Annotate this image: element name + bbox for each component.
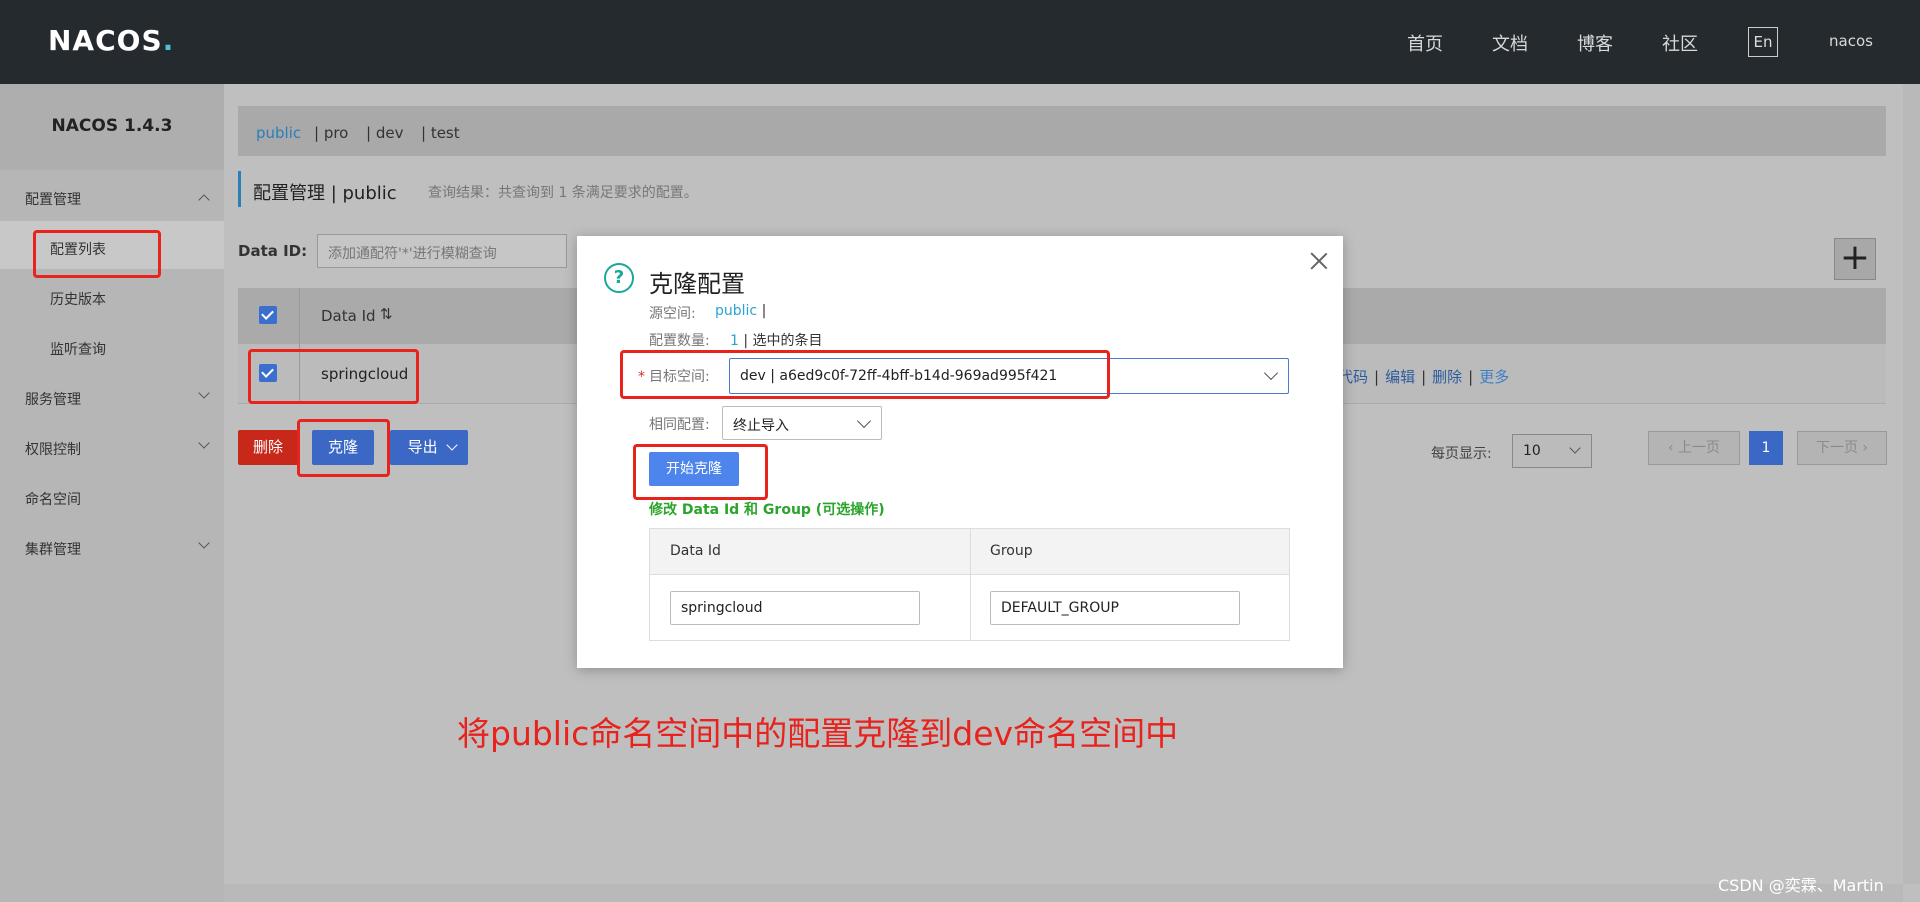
vertical-scrollbar[interactable] bbox=[1903, 84, 1920, 884]
modify-hint-text: 修改 Data Id 和 Group (可选操作) bbox=[649, 502, 885, 518]
user-menu[interactable]: nacos bbox=[1829, 32, 1873, 50]
data-id-label: Data ID: bbox=[238, 242, 308, 260]
chevron-down-icon bbox=[198, 387, 210, 399]
column-divider bbox=[970, 529, 971, 640]
data-id-input[interactable]: 添加通配符'*'进行模糊查询 bbox=[317, 234, 567, 268]
sort-icon[interactable]: ⇅ bbox=[380, 305, 393, 323]
top-nav: NACOS. 首页 文档 博客 社区 En nacos bbox=[0, 0, 1920, 84]
chevron-down-icon bbox=[1263, 365, 1279, 381]
source-namespace-label: 源空间: bbox=[649, 306, 696, 322]
sidebar-item-config-management[interactable]: 配置管理 bbox=[25, 189, 81, 209]
config-count-value: 1 | 选中的条目 bbox=[730, 333, 823, 349]
question-icon: ? bbox=[604, 263, 634, 293]
export-label: 导出 bbox=[407, 438, 438, 456]
page-size-label: 每页显示: bbox=[1431, 446, 1492, 462]
namespace-bar: public | pro | dev | test bbox=[238, 106, 1886, 156]
column-header-group: Group bbox=[990, 543, 1033, 559]
namespace-pro[interactable]: | pro bbox=[314, 124, 348, 142]
annotation-text: 将public命名空间中的配置克隆到dev命名空间中 bbox=[457, 714, 1179, 753]
next-page-label: 下一页 bbox=[1815, 440, 1858, 456]
export-button[interactable]: 导出 bbox=[390, 430, 468, 465]
page-number-button[interactable]: 1 bbox=[1749, 431, 1783, 465]
horizontal-scrollbar[interactable] bbox=[224, 884, 1903, 902]
group-field[interactable]: DEFAULT_GROUP bbox=[990, 591, 1240, 625]
action-more-link[interactable]: 更多 bbox=[1479, 368, 1509, 386]
annotation-box-target-namespace bbox=[620, 350, 1110, 399]
sidebar-header: NACOS 1.4.3 bbox=[0, 84, 224, 170]
data-id-field[interactable]: springcloud bbox=[670, 591, 920, 625]
nacos-logo[interactable]: NACOS. bbox=[48, 24, 174, 57]
add-config-button[interactable]: + bbox=[1834, 238, 1876, 280]
source-namespace-value: public | bbox=[715, 303, 767, 319]
page-size-select[interactable]: 10 bbox=[1512, 434, 1592, 468]
nav-blog[interactable]: 博客 bbox=[1577, 30, 1613, 56]
chevron-down-icon bbox=[198, 437, 210, 449]
nav-community[interactable]: 社区 bbox=[1662, 30, 1698, 56]
column-header-data-id[interactable]: Data Id bbox=[321, 307, 376, 325]
chevron-down-icon bbox=[446, 439, 459, 451]
modify-table: Data Id Group springcloud DEFAULT_GROUP bbox=[649, 528, 1290, 641]
sidebar-item-namespace[interactable]: 命名空间 bbox=[25, 489, 81, 509]
dialog-title: 克隆配置 bbox=[649, 270, 745, 298]
close-icon[interactable] bbox=[1308, 250, 1330, 272]
sidebar-item-access-control[interactable]: 权限控制 bbox=[25, 439, 81, 459]
annotation-box-row bbox=[248, 349, 419, 404]
column-divider bbox=[299, 288, 300, 344]
namespace-dev[interactable]: | dev bbox=[366, 124, 403, 142]
sidebar-title: NACOS 1.4.3 bbox=[51, 116, 173, 136]
select-all-checkbox[interactable] bbox=[259, 306, 277, 324]
prev-page-button[interactable]: ‹ 上一页 bbox=[1648, 431, 1740, 465]
nav-home[interactable]: 首页 bbox=[1407, 30, 1443, 56]
sidebar-item-history[interactable]: 历史版本 bbox=[50, 289, 106, 309]
column-header-data-id: Data Id bbox=[670, 543, 721, 559]
sidebar-item-cluster-management[interactable]: 集群管理 bbox=[25, 539, 81, 559]
namespace-test[interactable]: | test bbox=[421, 124, 460, 142]
chevron-down-icon bbox=[1569, 442, 1581, 454]
config-count-label: 配置数量: bbox=[649, 333, 710, 349]
sidebar-item-service-management[interactable]: 服务管理 bbox=[25, 389, 81, 409]
nav-docs[interactable]: 文档 bbox=[1492, 30, 1528, 56]
same-config-select[interactable]: 终止导入 bbox=[722, 406, 882, 440]
language-toggle-button[interactable]: En bbox=[1748, 27, 1778, 57]
annotation-box-start-clone bbox=[633, 444, 768, 500]
same-config-value: 终止导入 bbox=[733, 418, 789, 434]
sidebar-item-listener-query[interactable]: 监听查询 bbox=[50, 339, 106, 359]
row-actions: 代码 | 编辑 | 删除 | 更多 bbox=[1338, 368, 1510, 386]
same-config-label: 相同配置: bbox=[649, 417, 710, 433]
next-page-button[interactable]: 下一页 › bbox=[1797, 431, 1887, 465]
page-title-accent bbox=[238, 171, 241, 207]
watermark: CSDN @奕霖、Martin bbox=[1718, 876, 1884, 895]
page-size-value: 10 bbox=[1523, 443, 1541, 459]
annotation-box-clone-button bbox=[297, 419, 390, 477]
chevron-down-icon bbox=[856, 413, 872, 429]
delete-button[interactable]: 删除 bbox=[238, 430, 298, 465]
prev-page-label: 上一页 bbox=[1678, 440, 1721, 456]
chevron-up-icon bbox=[198, 194, 210, 206]
action-edit-link[interactable]: 编辑 bbox=[1385, 368, 1415, 386]
chevron-down-icon bbox=[198, 537, 210, 549]
action-delete-link[interactable]: 删除 bbox=[1432, 368, 1462, 386]
annotation-box-config-list bbox=[33, 230, 161, 278]
sidebar: NACOS 1.4.3 配置管理 配置列表 历史版本 监听查询 服务管理 权限控… bbox=[0, 84, 224, 902]
namespace-public[interactable]: public bbox=[256, 124, 301, 142]
page-title: 配置管理 | public bbox=[253, 183, 397, 204]
query-result-text: 查询结果：共查询到 1 条满足要求的配置。 bbox=[428, 185, 698, 201]
